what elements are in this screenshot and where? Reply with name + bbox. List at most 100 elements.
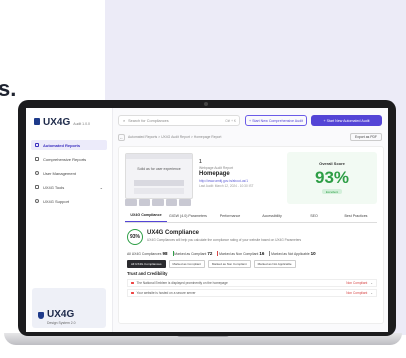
logo-version: Audit 1.0.0 xyxy=(73,122,90,126)
count-not-applicable: Marked as Not Applicable 10 xyxy=(269,251,316,256)
shield-icon xyxy=(34,118,40,125)
compliance-ring: 93% xyxy=(127,229,143,245)
headline-fragment: s. xyxy=(0,76,17,101)
shortcut-hint: Ctrl + K xyxy=(225,118,236,123)
sidebar-item-label: UX4G Support xyxy=(43,198,70,204)
breadcrumb-text[interactable]: Automated Reports > UX4G Audit Report > … xyxy=(128,135,221,139)
tab-seo[interactable]: SEO xyxy=(293,209,335,222)
tab-best-practices[interactable]: Best Practices xyxy=(335,209,377,222)
sidebar-item-ux4g-support[interactable]: UX4G Support xyxy=(31,196,107,206)
filter-not-applicable[interactable]: Marked as Not Applicable xyxy=(253,260,296,268)
start-comprehensive-audit-button[interactable]: + Start New Comprehensive Audit xyxy=(245,115,307,126)
thumbnail-mini[interactable] xyxy=(179,199,191,206)
compliance-title: UX4G Compliance xyxy=(147,230,200,236)
count-label: Marked as Non Compliant xyxy=(219,251,259,256)
tools-icon xyxy=(35,185,39,189)
thumbnail-title: Solid as for user experience xyxy=(137,167,181,171)
compliant-marker xyxy=(172,251,174,256)
sidebar-item-label: UX4G Tools xyxy=(43,184,65,190)
thumbnail-block xyxy=(134,188,184,194)
score-label: Overall Score xyxy=(319,161,345,166)
page-url-link[interactable]: http://www.amitj.gov.in/about-us/1 xyxy=(199,179,254,183)
app-screen: UX4G Audit 1.0.0 Automated Reports Compr… xyxy=(26,108,388,332)
app-logo[interactable]: UX4G Audit 1.0.0 xyxy=(34,117,90,128)
chevron-down-icon[interactable]: ⌄ xyxy=(370,291,373,295)
status-badge: Non Compliant xyxy=(346,291,368,295)
sidebar-item-label: Comprehensive Reports xyxy=(43,156,87,162)
sidebar-item-label: Automated Reports xyxy=(43,142,81,148)
sidebar-item-ux4g-tools[interactable]: UX4G Tools ⌄ xyxy=(31,182,107,192)
tab-performance[interactable]: Performance xyxy=(209,209,251,222)
compliance-description: UX4G Compliances will help you calculate… xyxy=(147,238,302,242)
count-label: Marked as Compliant xyxy=(174,251,207,256)
count-value: 16 xyxy=(259,251,265,256)
breadcrumb: ← Automated Reports > UX4G Audit Report … xyxy=(118,133,382,141)
sidebar-item-user-management[interactable]: User Management xyxy=(31,168,107,178)
thumbnail-mini[interactable] xyxy=(165,199,178,206)
table-row[interactable]: The National Emblem is displayed promine… xyxy=(127,279,377,287)
flag-icon xyxy=(131,281,134,285)
tab-ux4g-compliance[interactable]: UX4G Compliance xyxy=(125,209,167,222)
thumbnail-mini[interactable] xyxy=(138,199,151,206)
sidebar-item-automated-reports[interactable]: Automated Reports xyxy=(31,140,107,150)
report-tabs: UX4G Compliance GIGW (4.0) Parameters Pe… xyxy=(125,209,377,223)
status-badge: Non Compliant xyxy=(346,281,368,285)
promo-card[interactable]: UX4G Design System 2.0 xyxy=(32,288,106,328)
filter-non-compliant[interactable]: Marked as Non Compliant xyxy=(207,260,251,268)
document-icon xyxy=(35,157,39,161)
thumbnail-strip xyxy=(125,199,191,206)
row-text: Your website is hosted on a secure serve… xyxy=(136,291,196,295)
page-title: Homepage xyxy=(199,171,230,177)
count-value: 98 xyxy=(162,251,168,256)
count-all: All UX4G Compliances 98 xyxy=(127,251,168,256)
count-value: 72 xyxy=(207,251,213,256)
thumbnail-header xyxy=(126,154,192,159)
count-compliant: Marked as Compliant 72 xyxy=(172,251,213,256)
logo-text: UX4G xyxy=(43,117,71,128)
tab-gigw-parameters[interactable]: GIGW (4.0) Parameters xyxy=(167,209,209,222)
chevron-down-icon: ⌄ xyxy=(99,184,103,190)
score-value: 93% xyxy=(314,168,350,187)
filter-all[interactable]: All UX4G Compliances xyxy=(127,260,166,268)
support-icon xyxy=(35,199,39,203)
sidebar: UX4G Audit 1.0.0 Automated Reports Compr… xyxy=(26,108,113,332)
overall-score-card: Overall Score 93% Excellent xyxy=(287,152,377,204)
search-icon: ⌕ xyxy=(123,118,126,123)
table-row[interactable]: Your website is hosted on a secure serve… xyxy=(127,289,377,297)
count-label: Marked as Not Applicable xyxy=(271,251,310,256)
promo-logo: UX4G xyxy=(47,309,75,320)
not-applicable-marker xyxy=(269,251,271,256)
sidebar-item-label: User Management xyxy=(43,170,76,176)
export-pdf-button[interactable]: Export as PDF xyxy=(349,133,382,141)
non-compliant-marker xyxy=(217,251,219,256)
page-info: 1 Webpage Audit Report Homepage http://w… xyxy=(199,159,254,188)
sidebar-item-comprehensive-reports[interactable]: Comprehensive Reports xyxy=(31,154,107,164)
section-title: Trust and Credibility xyxy=(127,271,168,276)
compliance-counts: All UX4G Compliances 98 Marked as Compli… xyxy=(127,251,377,256)
tab-accessibility[interactable]: Accessibility xyxy=(251,209,293,222)
search-input[interactable]: ⌕ Search for Compliances Ctrl + K xyxy=(118,115,240,126)
score-badge: Excellent xyxy=(321,189,343,194)
chevron-down-icon[interactable]: ⌄ xyxy=(370,281,373,285)
row-text: The National Emblem is displayed promine… xyxy=(136,281,228,285)
shield-icon xyxy=(38,312,44,319)
count-value: 10 xyxy=(310,251,316,256)
topbar: ⌕ Search for Compliances Ctrl + K + Star… xyxy=(118,115,382,127)
page-number: 1 xyxy=(199,159,202,165)
report-icon xyxy=(35,143,39,147)
thumbnail-mini[interactable] xyxy=(125,199,137,206)
report-card: Solid as for user experience 1 Webpage A… xyxy=(118,146,384,324)
user-icon xyxy=(35,171,39,175)
back-arrow-icon[interactable]: ← xyxy=(118,133,125,141)
page-label: Webpage Audit Report xyxy=(199,166,234,170)
camera-icon xyxy=(204,102,208,106)
page-thumbnail: Solid as for user experience xyxy=(125,153,193,199)
compliance-filters: All UX4G Compliances Marked as Compliant… xyxy=(127,260,296,268)
start-automated-audit-button[interactable]: + Start New Automated Audit xyxy=(311,115,382,126)
audit-date: Last Audit: March 12, 2024 - 10:30 IST xyxy=(199,184,254,188)
laptop-frame: UX4G Audit 1.0.0 Automated Reports Compr… xyxy=(18,100,396,336)
thumbnail-mini[interactable] xyxy=(152,199,164,206)
promo-subtitle: Design System 2.0 xyxy=(47,321,76,325)
search-placeholder: Search for Compliances xyxy=(128,118,169,123)
filter-compliant[interactable]: Marked as Compliant xyxy=(168,260,205,268)
